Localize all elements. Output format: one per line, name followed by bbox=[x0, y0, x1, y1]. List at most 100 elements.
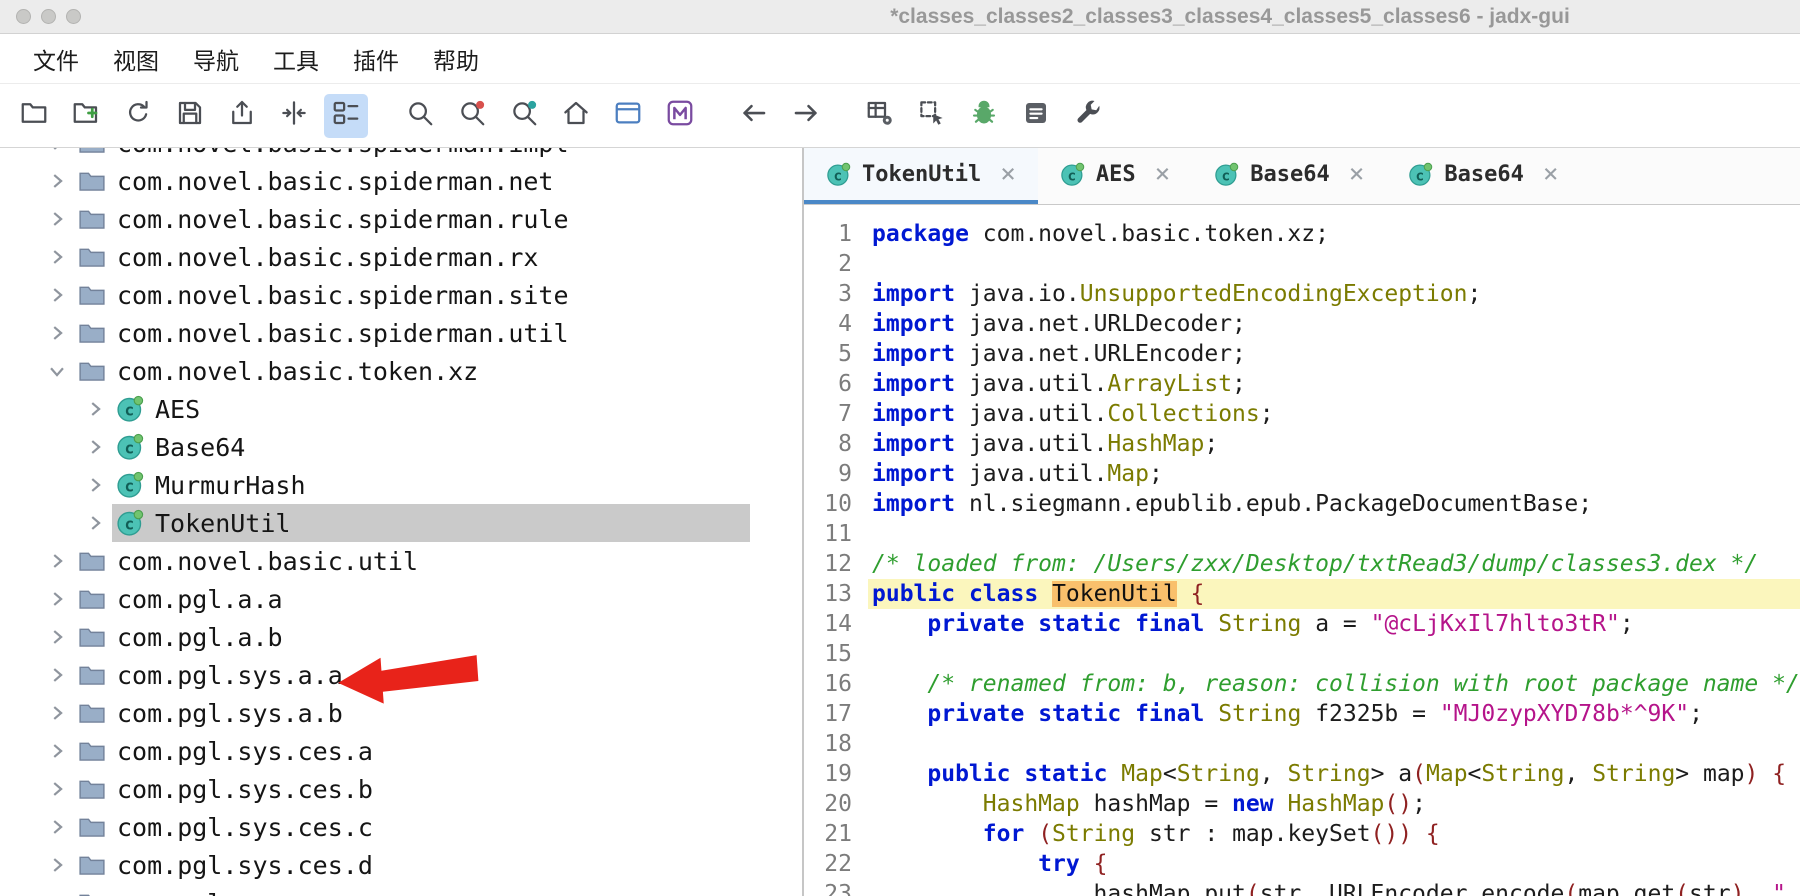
close-tab-icon[interactable]: × bbox=[1000, 161, 1016, 187]
tree-item-murmurhash[interactable]: cMurmurHash bbox=[0, 466, 802, 504]
select-element-button[interactable] bbox=[910, 94, 954, 138]
tree-item-label: Base64 bbox=[155, 433, 245, 462]
chevron-right-icon[interactable] bbox=[40, 814, 74, 840]
chevron-down-icon[interactable] bbox=[40, 358, 74, 384]
tree-item-com-pgl-sys-ces-c[interactable]: com.pgl.sys.ces.c bbox=[0, 808, 802, 846]
tab-base64-3[interactable]: cBase64× bbox=[1386, 148, 1580, 204]
tree-item-com-pgl-sys-ces-d[interactable]: com.pgl.sys.ces.d bbox=[0, 846, 802, 884]
chevron-right-icon[interactable] bbox=[40, 548, 74, 574]
package-icon bbox=[78, 148, 106, 157]
zoom-window-button[interactable] bbox=[66, 9, 81, 24]
tree-item-label: com.pgl.sys.a.b bbox=[117, 699, 343, 728]
code-line-text: package com.novel.basic.token.xz; bbox=[868, 219, 1800, 249]
main-activity-button[interactable] bbox=[554, 94, 598, 138]
toolbar bbox=[0, 84, 1800, 148]
tree-item-label: com.pgl.sys.ces.c bbox=[117, 813, 373, 842]
editor-config-button[interactable] bbox=[858, 94, 902, 138]
chevron-right-icon[interactable] bbox=[40, 624, 74, 650]
tree-item-com-novel-basic-util[interactable]: com.novel.basic.util bbox=[0, 542, 802, 580]
code-line-23: 23 hashMap.put(str, URLEncoder.encode(ma… bbox=[804, 879, 1800, 896]
tree-item-com-pgl-sys-ces-e[interactable]: com.pgl.sys.ces.e bbox=[0, 884, 802, 896]
chevron-right-icon[interactable] bbox=[78, 510, 112, 536]
code-line-10: 10import nl.siegmann.epublib.epub.Packag… bbox=[804, 489, 1800, 519]
tree-item-body: cAES bbox=[112, 390, 750, 428]
tree-item-com-pgl-sys-ces-a[interactable]: com.pgl.sys.ces.a bbox=[0, 732, 802, 770]
tree-item-aes[interactable]: cAES bbox=[0, 390, 802, 428]
close-tab-icon[interactable]: × bbox=[1155, 161, 1171, 187]
menu-item-help[interactable]: 帮助 bbox=[416, 42, 496, 76]
deobfuscation-icon bbox=[969, 98, 999, 133]
chevron-right-icon[interactable] bbox=[40, 662, 74, 688]
close-tab-icon[interactable]: × bbox=[1543, 161, 1559, 187]
menu-item-navigation[interactable]: 导航 bbox=[176, 42, 256, 76]
tree-item-tokenutil[interactable]: cTokenUtil bbox=[0, 504, 802, 542]
line-number: 10 bbox=[804, 489, 868, 519]
search-text-button[interactable] bbox=[450, 94, 494, 138]
export-button[interactable] bbox=[220, 94, 264, 138]
chevron-right-icon[interactable] bbox=[40, 852, 74, 878]
chevron-right-icon[interactable] bbox=[40, 168, 74, 194]
tree-item-com-novel-basic-spiderman-rule[interactable]: com.novel.basic.spiderman.rule bbox=[0, 200, 802, 238]
tree-item-com-novel-basic-spiderman-site[interactable]: com.novel.basic.spiderman.site bbox=[0, 276, 802, 314]
tab-base64-2[interactable]: cBase64× bbox=[1192, 148, 1386, 204]
chevron-right-icon[interactable] bbox=[40, 282, 74, 308]
close-tab-icon[interactable]: × bbox=[1349, 161, 1365, 187]
flat-packages-button[interactable] bbox=[324, 94, 368, 138]
search-class-button[interactable] bbox=[398, 94, 442, 138]
preferences-button[interactable] bbox=[1066, 94, 1110, 138]
tree-item-com-pgl-sys-ces-b[interactable]: com.pgl.sys.ces.b bbox=[0, 770, 802, 808]
chevron-right-icon[interactable] bbox=[40, 148, 74, 156]
chevron-right-icon[interactable] bbox=[40, 700, 74, 726]
chevron-right-icon[interactable] bbox=[40, 738, 74, 764]
code-editor[interactable]: 1package com.novel.basic.token.xz;23impo… bbox=[804, 205, 1800, 896]
tree-item-label: com.novel.basic.spiderman.rule bbox=[117, 205, 569, 234]
tree-item-com-pgl-a-a[interactable]: com.pgl.a.a bbox=[0, 580, 802, 618]
log-viewer-button[interactable] bbox=[1014, 94, 1058, 138]
code-line-text: hashMap.put(str, URLEncoder.encode(map.g… bbox=[868, 879, 1800, 896]
menu-item-file[interactable]: 文件 bbox=[16, 42, 96, 76]
tree-item-com-novel-basic-spiderman-rx[interactable]: com.novel.basic.spiderman.rx bbox=[0, 238, 802, 276]
tree-item-base64[interactable]: c Base64 bbox=[0, 428, 802, 466]
open-file-button[interactable] bbox=[12, 94, 56, 138]
tab-tokenutil-0[interactable]: cTokenUtil× bbox=[804, 148, 1038, 204]
chevron-right-icon[interactable] bbox=[78, 434, 112, 460]
class-icon: c bbox=[1214, 162, 1239, 187]
save-all-button[interactable] bbox=[168, 94, 212, 138]
deobfuscation-button[interactable] bbox=[962, 94, 1006, 138]
chevron-right-icon[interactable] bbox=[40, 320, 74, 346]
close-window-button[interactable] bbox=[16, 9, 31, 24]
sync-with-editor-button[interactable] bbox=[272, 94, 316, 138]
tree-item-com-novel-basic-token-xz[interactable]: com.novel.basic.token.xz bbox=[0, 352, 802, 390]
back-button[interactable] bbox=[732, 94, 776, 138]
tree-item-label: com.novel.basic.util bbox=[117, 547, 418, 576]
tree-item-com-novel-basic-spiderman-net[interactable]: com.novel.basic.spiderman.net bbox=[0, 162, 802, 200]
code-line-6: 6import java.util.ArrayList; bbox=[804, 369, 1800, 399]
chevron-right-icon[interactable] bbox=[40, 206, 74, 232]
tab-aes-1[interactable]: cAES× bbox=[1038, 148, 1192, 204]
add-files-button[interactable] bbox=[64, 94, 108, 138]
forward-button[interactable] bbox=[784, 94, 828, 138]
chevron-right-icon[interactable] bbox=[78, 396, 112, 422]
class-icon: c bbox=[116, 433, 144, 461]
code-line-text: import java.util.Collections; bbox=[868, 399, 1800, 429]
menu-item-view[interactable]: 视图 bbox=[96, 42, 176, 76]
chevron-right-icon[interactable] bbox=[40, 776, 74, 802]
tree-item-com-novel-basic-spiderman-impl[interactable]: com.novel.basic.spiderman.impl bbox=[0, 148, 802, 162]
menu-item-plugins[interactable]: 插件 bbox=[336, 42, 416, 76]
chevron-right-icon[interactable] bbox=[78, 472, 112, 498]
search-text-icon bbox=[457, 98, 487, 133]
chevron-right-icon[interactable] bbox=[40, 890, 74, 896]
reload-files-button[interactable] bbox=[116, 94, 160, 138]
plugin-m-button[interactable] bbox=[658, 94, 702, 138]
menu-item-tools[interactable]: 工具 bbox=[256, 42, 336, 76]
preview-button[interactable] bbox=[606, 94, 650, 138]
search-usage-button[interactable] bbox=[502, 94, 546, 138]
tree-item-label: com.pgl.sys.ces.a bbox=[117, 737, 373, 766]
chevron-right-icon[interactable] bbox=[40, 244, 74, 270]
line-number: 1 bbox=[804, 219, 868, 249]
package-icon bbox=[78, 813, 106, 841]
chevron-right-icon[interactable] bbox=[40, 586, 74, 612]
svg-text:c: c bbox=[1416, 168, 1425, 184]
tree-item-com-novel-basic-spiderman-util[interactable]: com.novel.basic.spiderman.util bbox=[0, 314, 802, 352]
minimize-window-button[interactable] bbox=[41, 9, 56, 24]
